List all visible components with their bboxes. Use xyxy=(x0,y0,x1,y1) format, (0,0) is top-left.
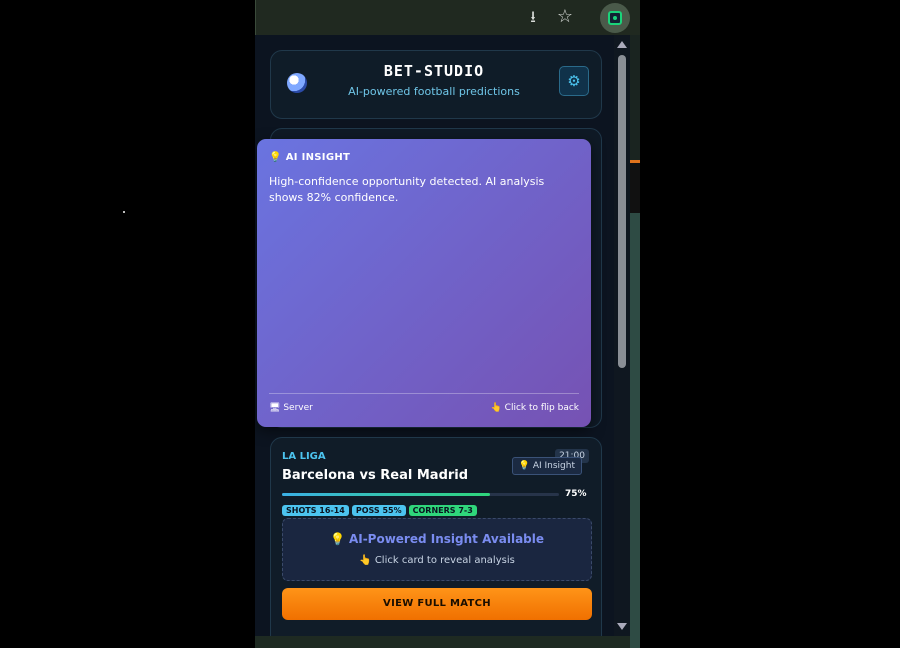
lightbulb-icon: 💡 xyxy=(329,532,345,546)
scroll-thumb[interactable] xyxy=(618,55,626,368)
cta-title: 💡 AI-Powered Insight Available xyxy=(283,532,591,546)
insight-text: High-confidence opportunity detected. AI… xyxy=(269,175,545,204)
confidence-bar xyxy=(282,493,559,496)
gear-icon: ⚙ xyxy=(567,72,581,90)
stat-chips: SHOTS 16-14 POSS 55% CORNERS 7-3 xyxy=(282,505,477,516)
confidence-bar-fill xyxy=(282,493,490,496)
screen: ⭳ ☆ BET-STUDIO AI-powered football predi… xyxy=(0,0,900,648)
scroll-up-arrow[interactable] xyxy=(617,41,627,48)
browser-toolbar: ⭳ ☆ xyxy=(255,0,640,35)
possession-chip: POSS 55% xyxy=(351,505,406,516)
page-dark-area xyxy=(630,35,640,160)
bookmark-star-icon[interactable]: ☆ xyxy=(556,8,574,26)
settings-button[interactable]: ⚙ xyxy=(559,66,589,96)
league-label: LA LIGA xyxy=(282,451,326,462)
shots-chip: SHOTS 16-14 xyxy=(282,505,349,516)
extension-popup: BET-STUDIO AI-powered football predictio… xyxy=(255,35,630,636)
flip-back-label: Click to flip back xyxy=(504,403,579,413)
insight-title-text: AI INSIGHT xyxy=(285,152,351,163)
extension-button[interactable] xyxy=(600,3,630,33)
brand-tagline: AI-powered football predictions xyxy=(348,85,520,98)
flip-back-hint[interactable]: 👆 Click to flip back xyxy=(491,403,579,413)
insight-source-label: Server xyxy=(283,403,313,413)
server-icon: 🖥 xyxy=(269,403,281,413)
scroll-down-arrow[interactable] xyxy=(617,623,627,630)
page-black-area xyxy=(630,163,640,213)
match-title: Barcelona vs Real Madrid xyxy=(282,468,469,483)
view-full-match-button[interactable]: VIEW FULL MATCH xyxy=(282,588,592,620)
corners-chip: CORNERS 7-3 xyxy=(408,505,477,516)
lightbulb-icon: 💡 xyxy=(518,461,530,471)
confidence-label: 75% xyxy=(565,489,587,499)
pointing-hand-icon: 👆 xyxy=(359,555,372,566)
install-app-icon[interactable]: ⭳ xyxy=(524,8,542,26)
bet-studio-extension-icon xyxy=(608,11,622,25)
lightbulb-icon: 💡 xyxy=(269,152,282,163)
match-card[interactable]: LA LIGA 21:00 💡 AI Insight Barcelona vs … xyxy=(270,437,602,636)
insight-divider xyxy=(269,393,579,394)
cta-title-text: AI-Powered Insight Available xyxy=(348,532,545,546)
popup-bottom-edge xyxy=(255,636,630,648)
scrollbar[interactable] xyxy=(614,35,630,636)
cursor-dot xyxy=(123,211,125,213)
insight-source: 🖥 Server xyxy=(269,403,313,413)
ai-insight-badge[interactable]: 💡 AI Insight xyxy=(511,457,582,475)
insight-title: 💡 AI INSIGHT xyxy=(269,152,350,163)
page-background xyxy=(630,35,640,648)
insight-cta[interactable]: 💡 AI-Powered Insight Available 👆 Click ca… xyxy=(282,518,592,581)
brand-title: BET-STUDIO xyxy=(383,62,485,80)
pointing-hand-icon: 👆 xyxy=(490,403,502,413)
cta-subtitle: 👆 Click card to reveal analysis xyxy=(283,555,591,566)
header-card: BET-STUDIO AI-powered football predictio… xyxy=(270,50,602,119)
ai-insight-card[interactable]: 💡 AI INSIGHT High-confidence opportunity … xyxy=(257,139,591,427)
ai-badge-label: AI Insight xyxy=(532,461,575,471)
cta-subtitle-text: Click card to reveal analysis xyxy=(374,555,515,566)
